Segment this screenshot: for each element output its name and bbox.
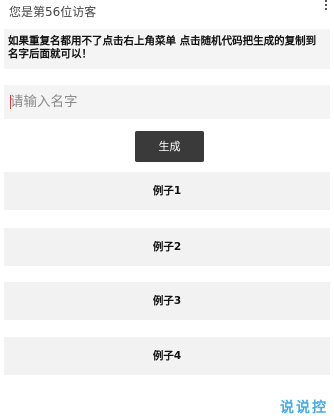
example-1-button[interactable]: 例子1: [4, 172, 330, 210]
text-caret: [10, 95, 11, 109]
watermark-logo: 说说控: [280, 400, 328, 416]
example-2-button[interactable]: 例子2: [4, 228, 330, 266]
name-input-container: [4, 85, 330, 119]
generate-button[interactable]: 生成: [135, 131, 204, 162]
name-input[interactable]: [4, 85, 330, 119]
example-3-button[interactable]: 例子3: [4, 282, 330, 320]
notice-panel: 如果重复名都用不了点击右上角菜单 点击随机代码把生成的复制到名字后面就可以！: [4, 29, 330, 69]
notice-text: 如果重复名都用不了点击右上角菜单 点击随机代码把生成的复制到名字后面就可以！: [8, 35, 317, 60]
visitor-count-label: 您是第56位访客: [9, 5, 97, 19]
example-4-button[interactable]: 例子4: [4, 337, 330, 375]
more-vert-icon[interactable]: [324, 0, 328, 10]
